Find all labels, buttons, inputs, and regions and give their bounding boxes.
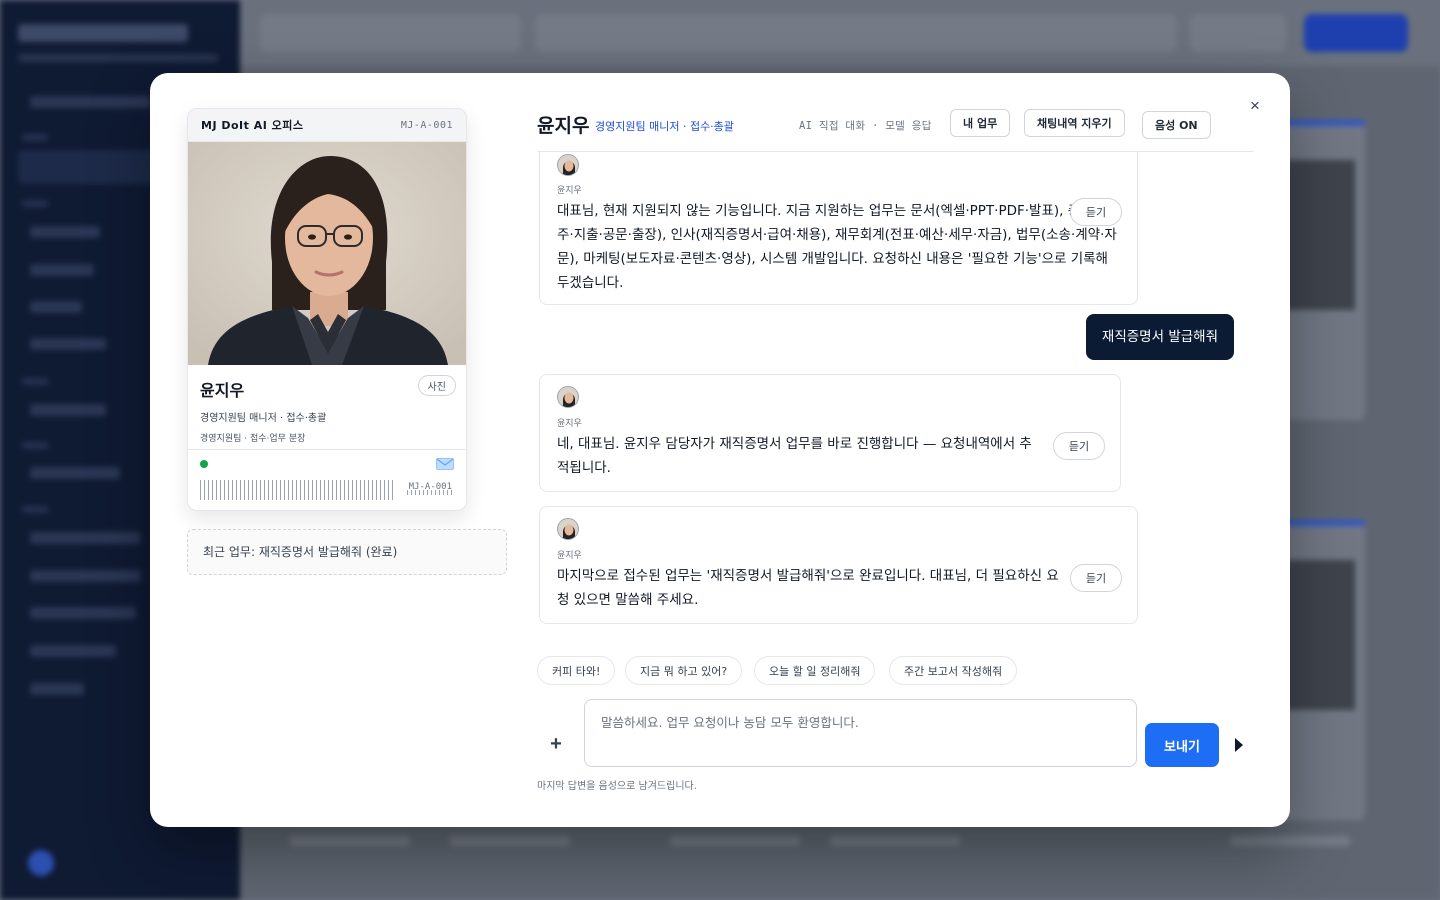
background-nav-item <box>30 645 116 657</box>
chat-agent-name: 윤지우 <box>537 115 590 137</box>
background-search <box>260 14 520 52</box>
mail-icon <box>436 458 454 470</box>
photo-button[interactable]: 사진 <box>417 375 456 396</box>
chat-header: 윤지우 경영지원팀 매니저 · 접수·총괄 AI 직접 대화 · 모델 응답 내… <box>537 108 1253 152</box>
chat-agent-role: 경영지원팀 매니저 · 접수·총괄 <box>595 120 734 133</box>
listen-button[interactable]: 듣기 <box>1070 198 1122 226</box>
id-card-brand: MJ DoIt AI 오피스 <box>201 119 304 132</box>
background-nav-section <box>22 442 48 449</box>
background-nav-item <box>30 338 106 350</box>
clear-history-button[interactable]: 채팅내역 지우기 <box>1024 109 1125 137</box>
background-nav-section <box>22 378 48 385</box>
background-nav-item <box>30 467 120 479</box>
attach-plus-button[interactable]: + <box>545 733 567 755</box>
message-list[interactable]: 윤지우 대표님, 현재 지원되지 않는 기능입니다. 지금 지원하는 업무는 문… <box>537 152 1253 632</box>
play-voice-icon[interactable] <box>1232 735 1246 755</box>
background-nav-section <box>22 200 48 207</box>
background-nav-item <box>30 404 106 416</box>
id-card-header: MJ DoIt AI 오피스 MJ-A-001 <box>188 109 466 142</box>
message-input[interactable] <box>584 699 1137 767</box>
background-nav-item <box>30 607 136 619</box>
background-row <box>450 836 570 846</box>
background-nav-item <box>30 532 140 544</box>
suggestion-chip[interactable]: 지금 뭐 하고 있어? <box>625 656 743 685</box>
employee-photo <box>188 142 466 365</box>
background-nav-item <box>30 301 82 313</box>
listen-button[interactable]: 듣기 <box>1070 564 1122 592</box>
message-sender: 윤지우 <box>557 186 582 196</box>
voice-toggle-button[interactable]: 음성 ON <box>1142 111 1211 139</box>
background-row <box>290 836 410 846</box>
suggestion-chip[interactable]: 커피 타와! <box>537 656 616 685</box>
assistant-message: 윤지우 마지막으로 접수된 업무는 '재직증명서 발급해줘'으로 완료입니다. … <box>539 506 1138 624</box>
id-card-footer: MJ-A-001 <box>188 450 466 510</box>
message-text: 네, 대표님. 윤지우 담당자가 재직증명서 업무를 바로 진행합니다 — 요청… <box>557 436 1032 476</box>
employee-department: 경영지원팀 · 접수·업무 분장 <box>200 434 306 444</box>
background-topbar <box>240 0 1440 66</box>
employee-portrait-icon <box>188 142 466 365</box>
assistant-message: 윤지우 대표님, 현재 지원되지 않는 기능입니다. 지금 지원하는 업무는 문… <box>539 152 1138 305</box>
my-tasks-button[interactable]: 내 업무 <box>950 109 1011 137</box>
message-sender: 윤지우 <box>557 551 582 561</box>
id-card-info: 윤지우 경영지원팀 매니저 · 접수·총괄 경영지원팀 · 접수·업무 분장 사… <box>188 365 466 450</box>
agent-avatar-icon <box>557 386 579 408</box>
suggestion-chip[interactable]: 주간 보고서 작성해줘 <box>889 656 1018 685</box>
background-nav-item <box>30 683 84 695</box>
employee-name: 윤지우 <box>200 381 245 400</box>
id-card-code: MJ-A-001 <box>400 119 453 131</box>
user-message: 재직증명서 발급해줘 <box>1085 314 1234 360</box>
background-nav-item <box>30 264 94 276</box>
listen-button[interactable]: 듣기 <box>1053 432 1105 460</box>
chat-mode-label: AI 직접 대화 · 모델 응답 <box>799 120 932 132</box>
background-clock <box>1190 14 1286 52</box>
message-sender: 윤지우 <box>557 419 582 429</box>
employee-id-card: MJ DoIt AI 오피스 MJ-A-001 윤지우 경영지원팀 매니저 · … <box>187 108 467 511</box>
barcode-icon <box>200 480 396 500</box>
assistant-message: 윤지우 네, 대표님. 윤지우 담당자가 재직증명서 업무를 바로 진행합니다 … <box>539 374 1121 492</box>
background-nav-section <box>22 506 48 513</box>
background-logo-subtitle <box>18 54 218 62</box>
chat-modal: × MJ DoIt AI 오피스 MJ-A-001 윤지우 경영지원팀 매니저 … <box>150 73 1290 827</box>
background-nav-section <box>22 134 48 141</box>
background-nav-item <box>30 226 100 238</box>
barcode-code: MJ-A-001 <box>406 480 454 500</box>
employee-role: 경영지원팀 매니저 · 접수·총괄 <box>200 413 327 424</box>
background-nav-item <box>30 570 140 582</box>
background-user-avatar <box>28 850 54 876</box>
background-row <box>670 836 800 846</box>
send-button[interactable]: 보내기 <box>1145 723 1219 767</box>
background-search <box>536 14 1176 52</box>
agent-avatar-icon <box>557 154 579 176</box>
message-text: 대표님, 현재 지원되지 않는 기능입니다. 지금 지원하는 업무는 문서(엑셀… <box>557 203 1117 291</box>
background-primary-button <box>1304 14 1408 52</box>
background-row <box>830 836 960 846</box>
suggestion-chip[interactable]: 오늘 할 일 정리해줘 <box>754 656 876 685</box>
message-text: 마지막으로 접수된 업무는 '재직증명서 발급해줘'으로 완료입니다. 대표님,… <box>557 568 1059 608</box>
background-row <box>1230 836 1350 846</box>
background-logo <box>18 24 188 42</box>
online-status-dot-icon <box>200 460 208 468</box>
recent-task: 최근 업무: 재직증명서 발급해줘 (완료) <box>187 529 507 575</box>
voice-footnote: 마지막 답변을 음성으로 남겨드립니다. <box>537 781 697 792</box>
background-nav-item <box>30 96 150 108</box>
agent-avatar-icon <box>557 518 579 540</box>
